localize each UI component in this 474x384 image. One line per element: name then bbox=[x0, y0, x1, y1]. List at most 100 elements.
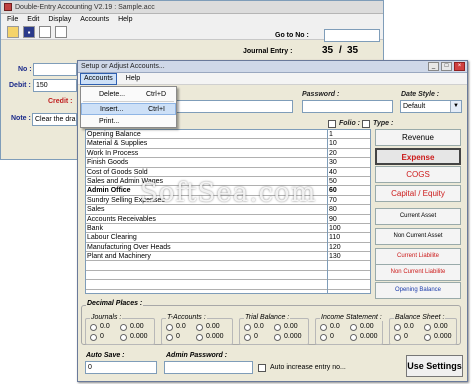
decimal-radio[interactable] bbox=[394, 324, 401, 331]
menu-item-delete[interactable]: Delete... Ctrl+D bbox=[81, 88, 176, 100]
decimal-radio[interactable] bbox=[166, 324, 173, 331]
type-button-opening-balance[interactable]: Opening Balance bbox=[375, 282, 461, 299]
account-folio[interactable]: 80 bbox=[328, 205, 370, 215]
open-folder-icon[interactable] bbox=[7, 26, 19, 38]
decimal-radio[interactable] bbox=[120, 324, 127, 331]
type-button-capital-equity[interactable]: Capital / Equity bbox=[375, 185, 461, 202]
account-row[interactable]: Labour Clearing bbox=[86, 233, 340, 243]
use-settings-button[interactable]: Use Settings bbox=[406, 355, 463, 377]
account-row[interactable]: Opening Balance bbox=[86, 130, 340, 140]
accounts-list[interactable]: Opening Balance Material & Supplies Work I… bbox=[85, 129, 341, 294]
account-folio[interactable]: 70 bbox=[328, 196, 370, 206]
account-folio[interactable]: 10 bbox=[328, 139, 370, 149]
account-row[interactable]: Sales and Admin Wages bbox=[86, 176, 340, 187]
folio-list[interactable]: 1 10 20 30 40 50 60 70 80 90 100 110 120 130 bbox=[327, 129, 371, 294]
decimal-radio[interactable] bbox=[320, 334, 327, 341]
decimal-radio[interactable] bbox=[394, 334, 401, 341]
goto-input[interactable] bbox=[324, 29, 380, 42]
account-row[interactable]: Admin Office bbox=[86, 186, 340, 196]
type-button-non-current-liabilite[interactable]: Non Current Liabilite bbox=[375, 264, 461, 281]
menu-edit[interactable]: Edit bbox=[27, 16, 39, 23]
debit-input[interactable]: 150 bbox=[33, 79, 77, 92]
account-row[interactable]: Manufacturing Over Heads bbox=[86, 242, 340, 253]
type-button-cogs[interactable]: COGS bbox=[375, 166, 461, 183]
account-row[interactable]: Sundry Selling Expenses bbox=[86, 195, 340, 206]
date-style-select[interactable]: Default ▼ bbox=[400, 100, 462, 113]
decimal-radio[interactable] bbox=[244, 334, 251, 341]
decimal-radio[interactable] bbox=[350, 334, 357, 341]
account-row[interactable]: Finish Goods bbox=[86, 158, 340, 168]
decimal-radio-label: 0 bbox=[100, 333, 104, 340]
decimal-radio[interactable] bbox=[274, 334, 281, 341]
account-folio[interactable]: 90 bbox=[328, 215, 370, 224]
account-row[interactable]: Plant and Machinery bbox=[86, 252, 340, 262]
menu-display[interactable]: Display bbox=[48, 16, 71, 23]
account-folio[interactable]: 30 bbox=[328, 158, 370, 168]
account-folio[interactable] bbox=[328, 261, 370, 271]
admin-password-input[interactable] bbox=[164, 361, 253, 374]
decimal-radio[interactable] bbox=[90, 324, 97, 331]
account-folio[interactable]: 110 bbox=[328, 233, 370, 243]
auto-save-input[interactable]: 0 bbox=[85, 361, 157, 374]
password-input[interactable] bbox=[302, 100, 393, 113]
auto-increase-checkbox[interactable] bbox=[258, 364, 266, 372]
no-input[interactable] bbox=[33, 63, 77, 76]
decimal-radio[interactable] bbox=[320, 324, 327, 331]
dialog-menu-accounts[interactable]: Accounts bbox=[80, 72, 117, 85]
decimal-radio[interactable] bbox=[424, 334, 431, 341]
decimal-radio[interactable] bbox=[90, 334, 97, 341]
menu-accounts[interactable]: Accounts bbox=[80, 16, 109, 23]
menu-item-insert[interactable]: Insert... Ctrl+I bbox=[81, 103, 176, 115]
decimal-radio-label: 0.00 bbox=[434, 323, 448, 330]
maximize-button[interactable]: □ bbox=[441, 62, 452, 71]
decimal-radio[interactable] bbox=[424, 324, 431, 331]
account-row[interactable]: Material & Supplies bbox=[86, 139, 340, 149]
menu-help[interactable]: Help bbox=[118, 16, 132, 23]
type-button-revenue[interactable]: Revenue bbox=[375, 129, 461, 146]
dialog-title-bar: Setup or Adjust Accounts... _ □ × bbox=[78, 61, 467, 73]
folio-checkbox[interactable] bbox=[328, 120, 336, 128]
account-folio[interactable]: 130 bbox=[328, 252, 370, 262]
save-disk-icon[interactable]: ▪ bbox=[23, 26, 35, 38]
close-button[interactable]: × bbox=[454, 62, 465, 71]
account-folio[interactable]: 1 bbox=[328, 130, 370, 140]
account-row[interactable] bbox=[86, 280, 340, 290]
account-row[interactable]: Accounts Receivables bbox=[86, 214, 340, 224]
toolbar-checkbox-2[interactable] bbox=[55, 26, 67, 38]
account-row[interactable] bbox=[86, 270, 340, 281]
account-row[interactable] bbox=[86, 261, 340, 271]
account-folio[interactable] bbox=[328, 271, 370, 281]
decimal-radio[interactable] bbox=[274, 324, 281, 331]
type-button-expense[interactable]: Expense bbox=[375, 148, 461, 165]
note-input[interactable]: Clear the dra bbox=[32, 113, 77, 126]
menu-file[interactable]: File bbox=[7, 16, 18, 23]
decimal-radio[interactable] bbox=[196, 334, 203, 341]
minimize-button[interactable]: _ bbox=[428, 62, 439, 71]
account-row[interactable]: Sales bbox=[86, 205, 340, 215]
account-folio[interactable]: 60 bbox=[328, 186, 370, 196]
account-folio[interactable]: 120 bbox=[328, 243, 370, 253]
dialog-menu-help[interactable]: Help bbox=[123, 74, 143, 84]
type-button-current-asset[interactable]: Current Asset bbox=[375, 208, 461, 225]
decimal-radio[interactable] bbox=[120, 334, 127, 341]
account-row[interactable]: Work In Process bbox=[86, 148, 340, 159]
account-folio[interactable]: 20 bbox=[328, 149, 370, 159]
menu-item-print[interactable]: Print... bbox=[81, 115, 176, 127]
toolbar-checkbox-1[interactable] bbox=[39, 26, 51, 38]
decimal-radio[interactable] bbox=[350, 324, 357, 331]
account-folio[interactable]: 100 bbox=[328, 224, 370, 234]
account-name-input[interactable] bbox=[176, 100, 293, 113]
decimal-group-title: T-Accounts : bbox=[166, 314, 207, 321]
type-checkbox[interactable] bbox=[362, 120, 370, 128]
account-row[interactable]: Bank bbox=[86, 223, 340, 234]
decimal-radio[interactable] bbox=[196, 324, 203, 331]
type-button-non-current-asset[interactable]: Non Current Asset bbox=[375, 228, 461, 245]
account-folio[interactable]: 40 bbox=[328, 168, 370, 177]
type-button-current-liabilite[interactable]: Current Liabilite bbox=[375, 248, 461, 265]
account-row[interactable]: Cost of Goods Sold bbox=[86, 167, 340, 177]
account-folio[interactable] bbox=[328, 280, 370, 290]
decimal-radio[interactable] bbox=[166, 334, 173, 341]
account-folio[interactable]: 50 bbox=[328, 177, 370, 187]
decimal-radio[interactable] bbox=[244, 324, 251, 331]
decimal-radio-label: 0.000 bbox=[206, 333, 224, 340]
